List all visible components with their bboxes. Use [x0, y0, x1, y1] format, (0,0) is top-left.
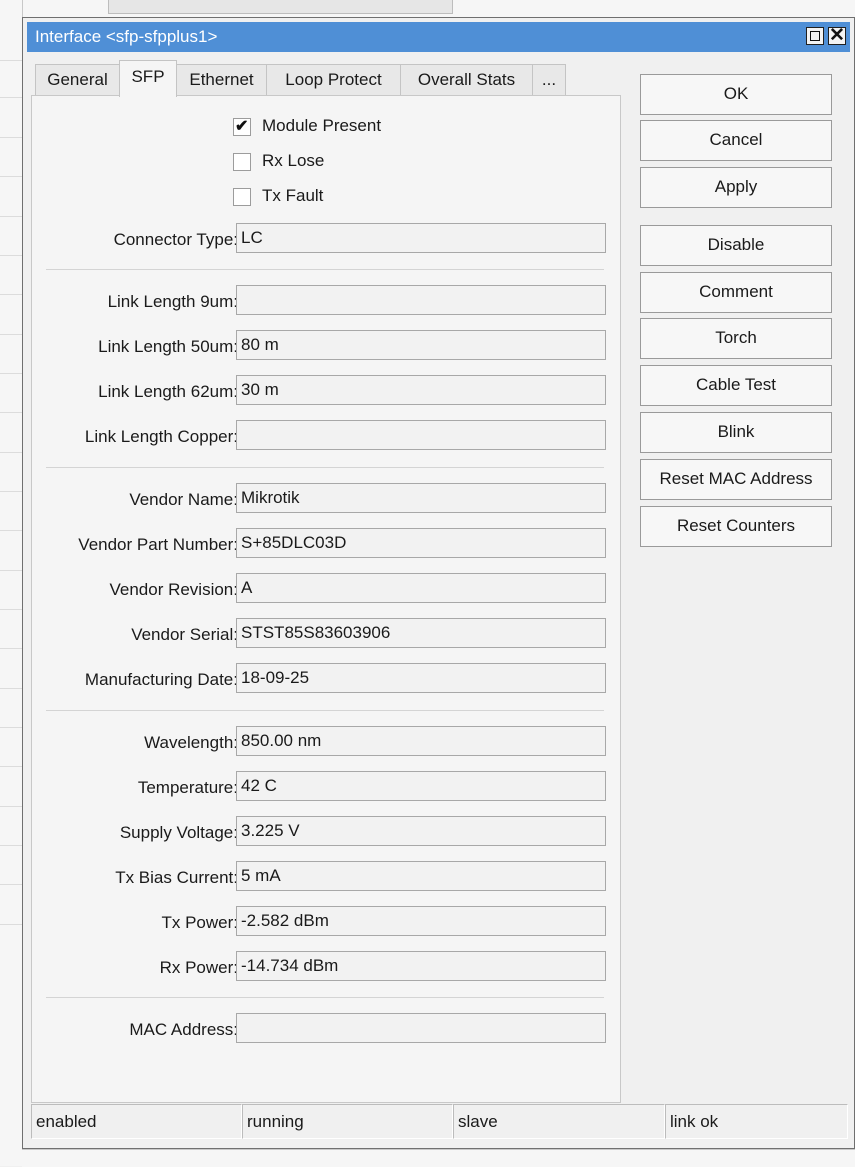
checkbox-label: Tx Fault: [262, 186, 324, 205]
link-length-copper-label: Link Length Copper:: [84, 427, 238, 446]
tx-power-label: Tx Power:: [161, 913, 238, 932]
link-length-62um-label: Link Length 62um:: [98, 382, 238, 401]
window-title: Interface <sfp-sfpplus1>: [35, 27, 218, 46]
temperature-label: Temperature:: [137, 778, 238, 797]
link-length-copper-field[interactable]: [236, 420, 606, 450]
tab-loop-protect[interactable]: Loop Protect: [266, 64, 401, 96]
status-running: running: [242, 1104, 453, 1139]
supply-voltage-label: Supply Voltage:: [119, 823, 238, 842]
tab-more[interactable]: ...: [532, 64, 566, 96]
rx-power-field[interactable]: -14.734 dBm: [236, 951, 606, 981]
checkbox-box[interactable]: [233, 188, 251, 206]
vendor-part-number-label: Vendor Part Number:: [78, 535, 238, 554]
vendor-serial-label: Vendor Serial:: [131, 625, 238, 644]
temperature-field[interactable]: 42 C: [236, 771, 606, 801]
rx-power-label: Rx Power:: [159, 958, 238, 977]
manufacturing-date-field[interactable]: 18-09-25: [236, 663, 606, 693]
vendor-name-label: Vendor Name:: [129, 490, 238, 509]
link-length-50um-field[interactable]: 80 m: [236, 330, 606, 360]
separator: [46, 997, 604, 998]
mac-address-field[interactable]: [236, 1013, 606, 1043]
reset-counters-button[interactable]: Reset Counters: [640, 506, 832, 547]
connector-type-field[interactable]: LC: [236, 223, 606, 253]
tx-bias-current-label: Tx Bias Current:: [115, 868, 238, 887]
checkbox-box[interactable]: [233, 153, 251, 171]
cable-test-button[interactable]: Cable Test: [640, 365, 832, 406]
blink-button[interactable]: Blink: [640, 412, 832, 453]
interface-dialog: Interface <sfp-sfpplus1> ✕ General SFP E…: [22, 17, 855, 1149]
apply-button[interactable]: Apply: [640, 167, 832, 208]
vendor-revision-label: Vendor Revision:: [109, 580, 238, 599]
tab-ethernet[interactable]: Ethernet: [176, 64, 267, 96]
reset-mac-address-button[interactable]: Reset MAC Address: [640, 459, 832, 500]
vendor-serial-field[interactable]: STST85S83603906: [236, 618, 606, 648]
status-link: link ok: [665, 1104, 848, 1139]
link-length-50um-label: Link Length 50um:: [98, 337, 238, 356]
background-window-bottom: [22, 1149, 855, 1167]
disable-button[interactable]: Disable: [640, 225, 832, 266]
torch-button[interactable]: Torch: [640, 318, 832, 359]
checkbox-box[interactable]: ✔: [233, 118, 251, 136]
connector-type-label: Connector Type:: [113, 230, 238, 249]
ok-button[interactable]: OK: [640, 74, 832, 115]
tx-bias-current-field[interactable]: 5 mA: [236, 861, 606, 891]
tab-sfp[interactable]: SFP: [119, 60, 177, 97]
checkbox-label: Module Present: [262, 116, 382, 135]
link-length-62um-field[interactable]: 30 m: [236, 375, 606, 405]
tab-overall-stats[interactable]: Overall Stats: [400, 64, 533, 96]
separator: [46, 467, 604, 468]
status-enabled: enabled: [31, 1104, 242, 1139]
sfp-panel: ✔ Module Present Rx Lose Tx Fault Connec…: [31, 95, 621, 1103]
checkbox-label: Rx Lose: [262, 151, 325, 170]
supply-voltage-field[interactable]: 3.225 V: [236, 816, 606, 846]
background-window-top: [0, 0, 855, 18]
background-list: [0, 0, 23, 1166]
check-icon: ✔: [235, 118, 249, 135]
restore-window-icon[interactable]: [806, 27, 824, 45]
cancel-button[interactable]: Cancel: [640, 120, 832, 161]
background-tab: [108, 0, 453, 14]
vendor-name-field[interactable]: Mikrotik: [236, 483, 606, 513]
status-slave: slave: [453, 1104, 665, 1139]
comment-button[interactable]: Comment: [640, 272, 832, 313]
link-length-9um-field[interactable]: [236, 285, 606, 315]
wavelength-field[interactable]: 850.00 nm: [236, 726, 606, 756]
tab-general[interactable]: General: [35, 64, 120, 96]
vendor-part-number-field[interactable]: S+85DLC03D: [236, 528, 606, 558]
tx-power-field[interactable]: -2.582 dBm: [236, 906, 606, 936]
close-icon[interactable]: ✕: [828, 25, 846, 46]
wavelength-label: Wavelength:: [144, 733, 238, 752]
link-length-9um-label: Link Length 9um:: [107, 292, 238, 311]
separator: [46, 710, 604, 711]
vendor-revision-field[interactable]: A: [236, 573, 606, 603]
mac-address-label: MAC Address:: [129, 1020, 238, 1039]
manufacturing-date-label: Manufacturing Date:: [84, 670, 238, 689]
separator: [46, 269, 604, 270]
title-bar[interactable]: Interface <sfp-sfpplus1> ✕: [27, 22, 850, 52]
close-glyph: ✕: [829, 25, 845, 46]
